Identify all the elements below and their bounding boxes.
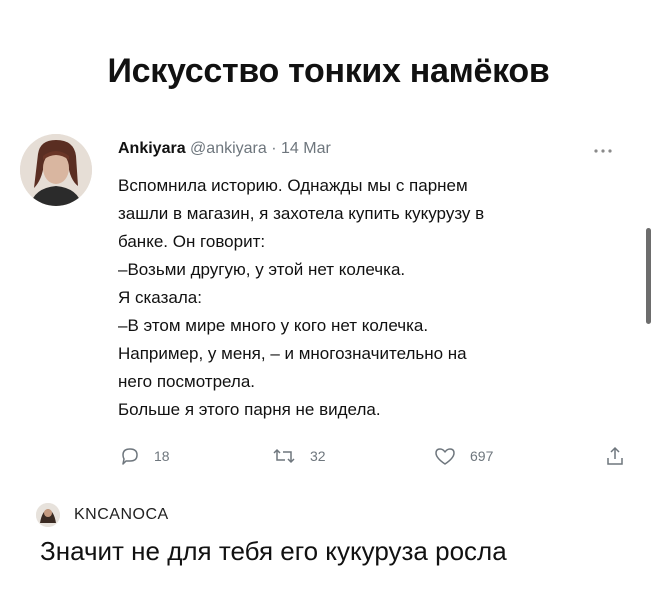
- like-button[interactable]: 697: [434, 446, 493, 466]
- tweet-text-line: –Возьми другую, у этой нет колечка.: [118, 260, 406, 279]
- tweet-text-line: зашли в магазин, я захотела купить кукур…: [118, 204, 485, 223]
- tweet-date[interactable]: 14 Mar: [281, 140, 331, 157]
- avatar-icon: [36, 503, 60, 527]
- commenter-username[interactable]: KNCANOCA: [74, 506, 169, 524]
- heart-icon: [435, 448, 455, 465]
- tweet-author-avatar[interactable]: [20, 134, 92, 206]
- tweet-text-line: банке. Он говорит:: [118, 232, 266, 251]
- tweet-header: Ankiyara @ankiyara · 14 Mar: [118, 140, 331, 158]
- reply-button[interactable]: 18: [120, 446, 170, 466]
- share-icon: [607, 446, 623, 465]
- tweet-text-line: него посмотрела.: [118, 372, 256, 391]
- like-count: 697: [470, 448, 494, 464]
- retweet-icon: [273, 448, 295, 464]
- header-separator: ·: [271, 140, 277, 157]
- tweet-text-line: –В этом мире много у кого нет колечка.: [118, 316, 429, 335]
- tweet-text-line: Я сказала:: [118, 288, 202, 307]
- scrollbar[interactable]: [646, 228, 651, 324]
- more-horizontal-icon[interactable]: [593, 138, 613, 159]
- meme-title: Искусство тонких намёков: [107, 52, 550, 90]
- avatar-photo-icon: [20, 134, 92, 206]
- reply-icon: [122, 448, 138, 465]
- comment-header: KNCANOCA: [36, 503, 169, 527]
- comment-text: Значит не для тебя его кукуруза росла: [40, 536, 507, 566]
- share-button[interactable]: [606, 446, 624, 466]
- tweet-text-line: Вспомнила историю. Однажды мы с парнем: [118, 176, 468, 195]
- tweet-author-name[interactable]: Ankiyara: [118, 140, 186, 157]
- retweet-button[interactable]: 32: [272, 446, 326, 466]
- retweet-count: 32: [310, 448, 326, 464]
- tweet-text-line: Например, у меня, – и многозначительно н…: [118, 344, 467, 363]
- commenter-avatar[interactable]: [36, 503, 60, 527]
- tweet-text-line: Больше я этого парня не видела.: [118, 400, 381, 419]
- tweet-author-handle[interactable]: @ankiyara: [190, 140, 267, 157]
- reply-count: 18: [154, 448, 170, 464]
- tweet-actions: 18 32 697: [0, 446, 657, 470]
- tweet-text: Вспомнила историю. Однажды мы с парнем з…: [118, 172, 618, 424]
